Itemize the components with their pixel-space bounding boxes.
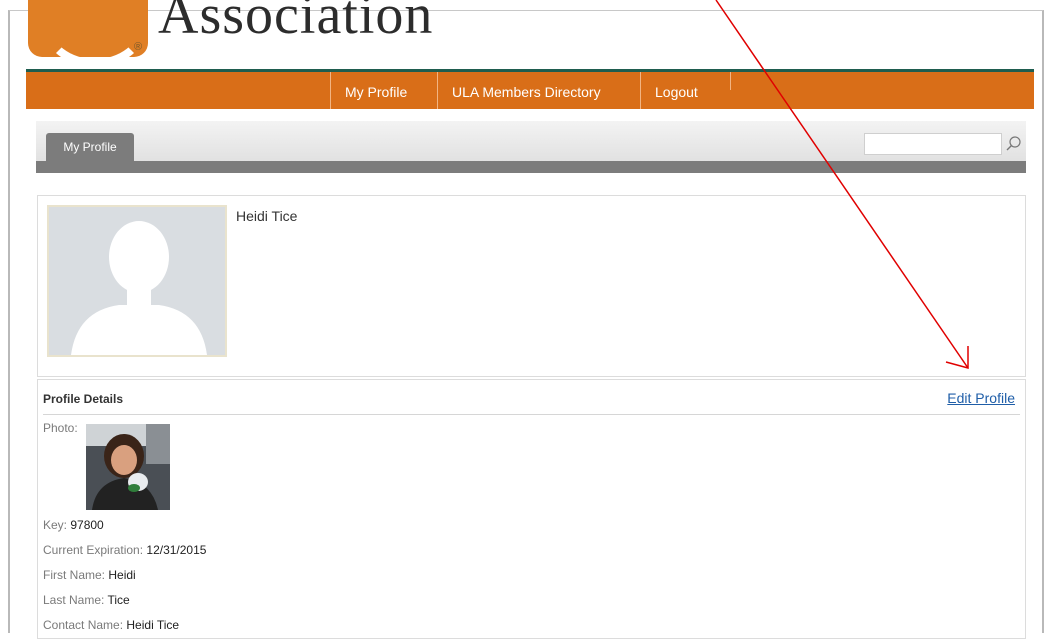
field-label: Key: <box>43 518 68 532</box>
field-key: Key: 97800 <box>43 518 104 532</box>
field-label: Last Name: <box>43 593 105 607</box>
logo-text: Association <box>158 0 434 46</box>
profile-photo-image <box>86 424 170 510</box>
logo-registered-mark: ® <box>134 41 143 53</box>
logo-mark <box>28 0 148 57</box>
tab-bar: My Profile <box>36 121 1026 173</box>
avatar-placeholder-icon <box>49 207 225 355</box>
nav-separator <box>730 72 731 90</box>
details-header: Profile Details Edit Profile <box>43 390 1020 415</box>
field-first-name: First Name: Heidi <box>43 568 136 582</box>
profile-name: Heidi Tice <box>236 208 298 224</box>
field-contact-name: Contact Name: Heidi Tice <box>43 618 179 632</box>
profile-photo <box>86 424 170 510</box>
details-title: Profile Details <box>43 392 124 406</box>
tab-bar-strip <box>36 161 1026 173</box>
avatar <box>47 205 227 357</box>
field-label: Contact Name: <box>43 618 124 632</box>
profile-details-card: Profile Details Edit Profile Photo: Key:… <box>37 379 1026 639</box>
search-input[interactable] <box>864 133 1002 155</box>
profile-summary-card: Heidi Tice <box>37 195 1026 377</box>
nav-my-profile[interactable]: My Profile <box>330 72 421 109</box>
nav-logout[interactable]: Logout <box>640 72 712 109</box>
main-navbar: My Profile ULA Members Directory Logout <box>26 69 1034 109</box>
field-value: Heidi Tice <box>126 618 180 632</box>
search-icon[interactable] <box>1004 134 1024 154</box>
field-value: 97800 <box>70 518 104 532</box>
field-value: 12/31/2015 <box>146 543 207 557</box>
logo-swoosh <box>42 0 148 57</box>
field-last-name: Last Name: Tice <box>43 593 130 607</box>
field-current-expiration: Current Expiration: 12/31/2015 <box>43 543 206 557</box>
photo-label: Photo: <box>43 421 78 435</box>
field-value: Heidi <box>108 568 136 582</box>
edit-profile-link[interactable]: Edit Profile <box>947 390 1015 406</box>
nav-ula-members-directory[interactable]: ULA Members Directory <box>437 72 615 109</box>
field-label: Current Expiration: <box>43 543 144 557</box>
field-label: First Name: <box>43 568 106 582</box>
field-value: Tice <box>107 593 130 607</box>
tab-my-profile[interactable]: My Profile <box>46 133 134 162</box>
